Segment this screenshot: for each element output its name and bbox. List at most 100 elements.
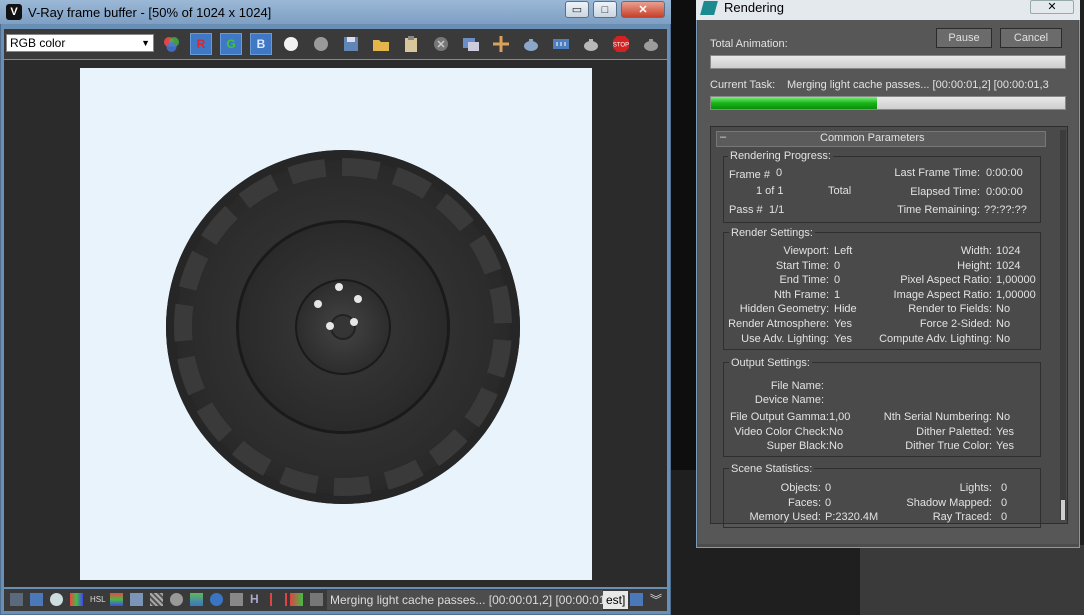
total-label: Total <box>828 185 852 197</box>
white-circle-icon[interactable] <box>280 33 302 55</box>
hsl-icon[interactable]: HSL <box>90 593 106 606</box>
rollout-collapse-icon[interactable]: – <box>720 131 726 143</box>
setting-label: Nth Frame: <box>773 288 829 301</box>
setting-label: End Time: <box>779 274 829 287</box>
setting-label: Compute Adv. Lighting: <box>879 332 992 345</box>
last-frame-label: Last Frame Time: <box>894 167 980 179</box>
scene-label: Memory Used: <box>749 511 821 524</box>
teapot-render-icon[interactable] <box>580 33 602 55</box>
lug-nut <box>326 322 334 330</box>
output-value: Yes <box>996 440 1014 453</box>
scene-label: Faces: <box>787 496 821 509</box>
vfb-status-suffix: est] <box>603 591 629 609</box>
setting-value: 0 <box>834 274 841 287</box>
output-label: Video Color Check: <box>734 425 829 438</box>
minimize-button[interactable]: ▭ <box>565 1 589 18</box>
frame-value: 0 <box>776 167 783 179</box>
setting-label: Render Atmosphere: <box>728 318 829 330</box>
region-icon[interactable] <box>490 33 512 55</box>
save-icon[interactable] <box>340 33 362 55</box>
ab-icon[interactable] <box>550 33 572 55</box>
chevron-down-icon: ▼ <box>141 38 150 48</box>
stop-icon[interactable]: STOP <box>610 33 632 55</box>
rendering-window-title: Rendering <box>724 0 784 15</box>
vray-logo-icon: V <box>6 4 22 20</box>
output-value: No <box>829 440 844 453</box>
close-button[interactable]: ✕ <box>621 1 665 18</box>
rendering-close-button[interactable]: ✕ <box>1030 0 1074 14</box>
lens-icon[interactable] <box>190 593 203 606</box>
blue-channel-button[interactable]: B <box>250 33 272 55</box>
clear-icon[interactable] <box>430 33 452 55</box>
file-name-label: File Name: <box>770 380 824 392</box>
parameters-scrollbar[interactable] <box>1060 130 1066 520</box>
common-parameters-title: Common Parameters <box>820 132 925 144</box>
info-icon[interactable] <box>50 593 63 606</box>
lug-nut <box>314 300 322 308</box>
cancel-button[interactable]: Cancel <box>1000 28 1062 48</box>
red-channel-button[interactable]: R <box>190 33 212 55</box>
output-settings-title: Output Settings: <box>729 357 812 369</box>
teapot-icon[interactable] <box>520 33 542 55</box>
scene-label: Objects: <box>780 482 821 494</box>
h-icon[interactable]: H <box>250 593 263 606</box>
setting-label: Viewport: <box>783 245 829 257</box>
compare-icon[interactable] <box>460 33 482 55</box>
setting-value: No <box>996 303 1011 316</box>
pass-value: 1/1 <box>769 204 785 216</box>
scene-value: 0 <box>825 496 832 509</box>
setting-label: Width: <box>960 245 992 257</box>
viewport-background-lower <box>860 545 1084 615</box>
pause-button[interactable]: Pause <box>936 28 992 48</box>
setting-value: 1024 <box>996 259 1021 272</box>
output-label: File Output Gamma: <box>729 411 829 423</box>
lug-nut <box>335 283 343 291</box>
panel-icon[interactable] <box>30 593 43 606</box>
remaining-label: Time Remaining: <box>897 204 980 216</box>
map-icon[interactable] <box>210 593 223 606</box>
chevron-down-icon[interactable]: ︾ <box>650 591 662 608</box>
teapot-last-icon[interactable] <box>640 33 662 55</box>
window-icon[interactable] <box>630 593 643 606</box>
lut2-icon[interactable] <box>290 593 303 606</box>
color-corr-icon[interactable] <box>130 593 143 606</box>
tire-render <box>166 150 520 504</box>
srgb-icon[interactable] <box>230 593 243 606</box>
vfb-status-text: Merging light cache passes... [00:00:01,… <box>327 590 603 610</box>
elapsed-label: Elapsed Time: <box>910 186 980 198</box>
rgb-channels-icon[interactable] <box>160 33 182 55</box>
setting-value: No <box>996 332 1011 345</box>
device-name-label: Device Name: <box>754 394 824 406</box>
exposure-icon[interactable] <box>170 593 183 606</box>
green-channel-button[interactable]: G <box>220 33 242 55</box>
lug-nut <box>354 295 362 303</box>
setting-label: Force 2-Sided: <box>919 318 992 330</box>
vfb-window-title: V-Ray frame buffer - [50% of 1024 x 1024… <box>28 5 272 20</box>
setting-label: Render to Fields: <box>908 303 992 316</box>
grey-circle-icon[interactable] <box>310 33 332 55</box>
setting-label: Height: <box>957 259 992 272</box>
clipboard-icon[interactable] <box>400 33 422 55</box>
histogram-icon[interactable] <box>110 593 123 606</box>
channel-select[interactable]: RGB color ▼ <box>6 34 154 52</box>
hv-icon[interactable] <box>270 593 287 606</box>
scene-value: 0 <box>825 482 832 494</box>
setting-label: Image Aspect Ratio: <box>893 288 992 301</box>
setting-value: No <box>996 318 1011 330</box>
output-value: No <box>996 411 1011 423</box>
scene-label: Shadow Mapped: <box>906 496 992 509</box>
open-folder-icon[interactable] <box>370 33 392 55</box>
scrollbar-thumb[interactable] <box>1061 500 1065 520</box>
maximize-button[interactable]: □ <box>593 1 617 18</box>
levels-icon[interactable] <box>70 593 83 606</box>
setting-value: 1024 <box>996 245 1021 257</box>
ocio-icon[interactable] <box>310 593 323 606</box>
output-value: No <box>829 425 844 438</box>
rendered-image[interactable] <box>80 68 592 580</box>
display-icon[interactable] <box>10 593 23 606</box>
setting-label: Start Time: <box>775 259 829 272</box>
elapsed-value: 0:00:00 <box>986 186 1023 198</box>
current-task-value: Merging light cache passes... [00:00:01,… <box>787 79 1049 91</box>
setting-label: Pixel Aspect Ratio: <box>900 274 992 287</box>
lut-icon[interactable] <box>150 593 163 606</box>
